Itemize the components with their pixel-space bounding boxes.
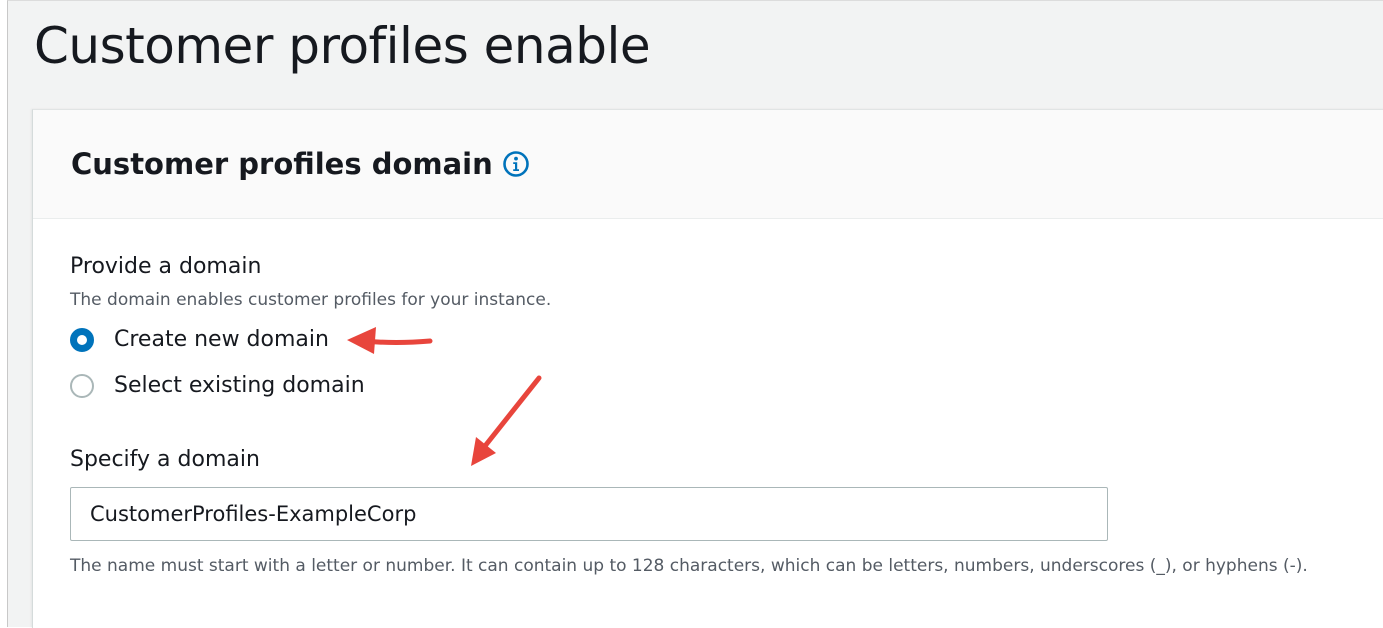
panel-title-text: Customer profiles domain [71, 147, 493, 181]
radio-button-unchecked[interactable] [70, 374, 94, 398]
provide-domain-description: The domain enables customer profiles for… [70, 290, 552, 310]
page-title: Customer profiles enable [34, 17, 651, 75]
customer-profiles-domain-panel: Customer profiles domain Provide a domai… [32, 109, 1383, 628]
panel-header: Customer profiles domain [33, 110, 1383, 219]
specify-domain-label: Specify a domain [70, 447, 260, 472]
page-frame: Customer profiles enable Customer profil… [7, 0, 1383, 628]
radio-create-new-domain-label: Create new domain [114, 327, 329, 352]
radio-create-new-domain[interactable]: Create new domain [70, 326, 329, 354]
panel-title: Customer profiles domain [71, 146, 530, 182]
radio-select-existing-domain-label: Select existing domain [114, 373, 365, 398]
domain-name-hint: The name must start with a letter or num… [70, 556, 1308, 576]
info-icon[interactable] [502, 150, 530, 178]
radio-select-existing-domain[interactable]: Select existing domain [70, 372, 365, 400]
provide-domain-label: Provide a domain [70, 254, 262, 279]
domain-name-input[interactable]: CustomerProfiles-ExampleCorp [70, 487, 1108, 541]
radio-button-checked[interactable] [70, 328, 94, 352]
